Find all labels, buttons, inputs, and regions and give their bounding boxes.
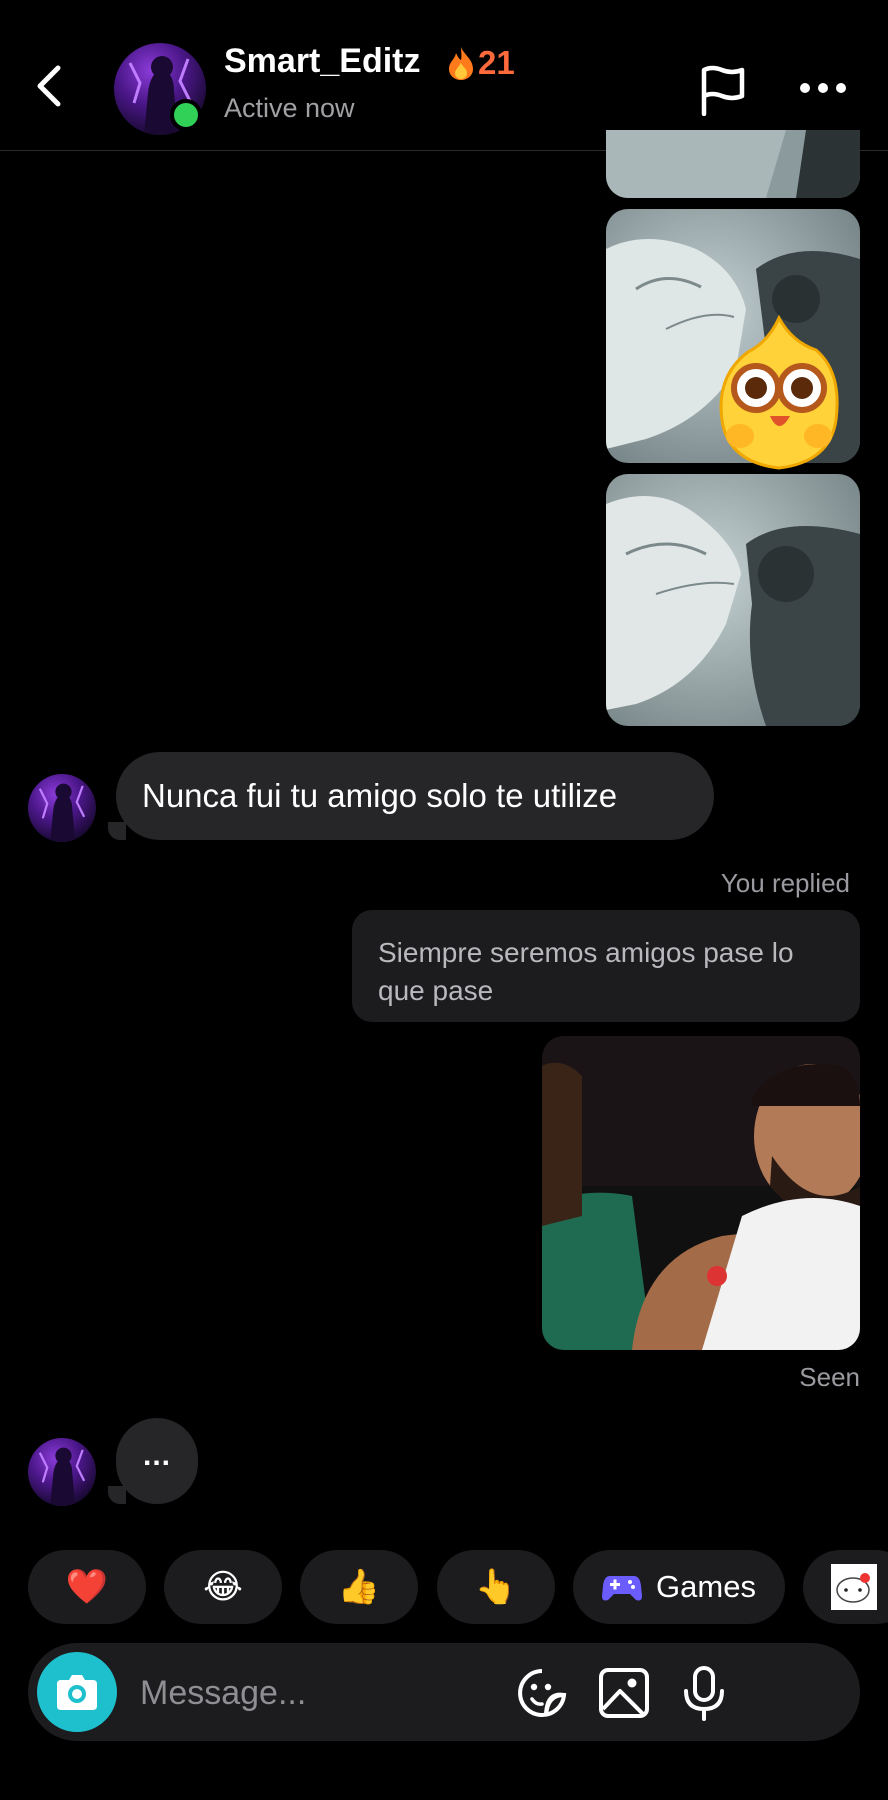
incoming-message-bubble[interactable]: Nunca fui tu amigo solo te utilize xyxy=(116,752,714,840)
quoted-reply-text: Siempre seremos amigos pase lo que pase xyxy=(378,937,794,1006)
fire-icon xyxy=(449,47,473,80)
you-replied-label: You replied xyxy=(720,868,850,898)
streak-badge: 21 xyxy=(446,44,515,82)
games-button[interactable]: Games xyxy=(573,1550,785,1624)
sticker-icon xyxy=(518,1669,567,1717)
chevron-left-icon xyxy=(37,65,61,107)
streak-count: 21 xyxy=(478,44,515,81)
typing-indicator: ... xyxy=(116,1418,198,1504)
flag-icon xyxy=(701,65,745,117)
message-input[interactable] xyxy=(138,1661,492,1725)
point-up-emoji: 👆 xyxy=(474,1568,518,1606)
sender-avatar[interactable] xyxy=(28,774,96,842)
games-label: Games xyxy=(656,1569,756,1604)
camera-button[interactable] xyxy=(37,1652,117,1732)
voice-button[interactable] xyxy=(676,1665,732,1721)
microphone-icon xyxy=(684,1666,724,1721)
reaction-point-up-button[interactable]: 👆 xyxy=(437,1550,555,1624)
typing-bubble-tail xyxy=(108,1486,126,1504)
laugh-emoji: 😂 xyxy=(203,1568,243,1606)
incoming-message-text: Nunca fui tu amigo solo te utilize xyxy=(142,777,618,814)
camera-icon xyxy=(57,1675,97,1710)
quick-reaction-bar: ❤️ 😂 👍 👆 Games xyxy=(0,1550,888,1624)
bubble-tail xyxy=(108,822,126,840)
report-button[interactable] xyxy=(698,64,748,117)
active-status: Active now xyxy=(224,93,355,123)
sticker-chip-button[interactable] xyxy=(803,1550,888,1624)
sent-photo-basketball[interactable] xyxy=(542,1036,860,1350)
back-button[interactable] xyxy=(26,56,76,116)
sticker-button[interactable] xyxy=(514,1665,570,1721)
gamepad-icon xyxy=(602,1576,643,1601)
quoted-reply-bubble[interactable]: Siempre seremos amigos pase lo que pase xyxy=(352,910,860,1022)
sent-photo-lion-monkey-2[interactable] xyxy=(606,474,860,726)
reaction-laugh-button[interactable]: 😂 xyxy=(164,1550,282,1624)
more-horizontal-icon xyxy=(800,83,846,93)
online-status-dot xyxy=(170,99,202,131)
sent-photo-lion-partial[interactable] xyxy=(606,130,860,198)
chat-header: Smart_Editz 21 Active now xyxy=(0,0,888,151)
gallery-icon xyxy=(599,1668,649,1718)
seen-status: Seen xyxy=(799,1362,860,1392)
more-options-button[interactable] xyxy=(798,80,848,96)
pou-sticker[interactable] xyxy=(712,312,846,474)
reaction-thumbs-up-button[interactable]: 👍 xyxy=(300,1550,418,1624)
sticker-character-icon xyxy=(719,314,839,470)
contact-username[interactable]: Smart_Editz xyxy=(224,42,421,81)
heart-emoji: ❤️ xyxy=(65,1568,109,1606)
reaction-heart-button[interactable]: ❤️ xyxy=(28,1550,146,1624)
thumbs-up-emoji: 👍 xyxy=(337,1568,381,1606)
message-composer xyxy=(28,1643,860,1741)
typing-avatar[interactable] xyxy=(28,1438,96,1506)
hello-kitty-sticker-icon xyxy=(831,1564,877,1610)
gallery-button[interactable] xyxy=(596,1665,652,1721)
